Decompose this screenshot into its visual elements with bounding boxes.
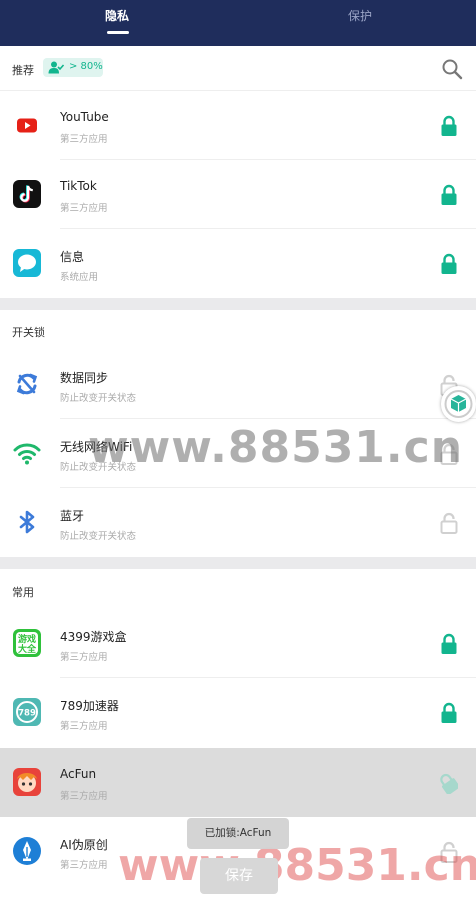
recommend-badge-text: > 80% (69, 61, 103, 72)
switch-desc: 防止改变开关状态 (60, 393, 137, 404)
svg-text:789: 789 (18, 709, 36, 719)
list-item[interactable]: 信息 系统应用 (0, 229, 476, 298)
lock-icon[interactable] (440, 184, 458, 206)
list-item-selected[interactable]: AcFun 第三方应用 (0, 748, 476, 817)
lock-animating-icon[interactable] (440, 772, 458, 794)
wifi-icon (13, 443, 41, 465)
app-name: 4399游戏盒 (60, 630, 127, 644)
app-type: 第三方应用 (60, 134, 108, 145)
game-box-icon: 游戏 大全 (13, 629, 41, 657)
app-type: 第三方应用 (60, 721, 108, 732)
section-gap (0, 298, 476, 310)
app-name: 信息 (60, 250, 85, 264)
cube-icon (444, 390, 473, 418)
section-title-switch-lock: 开关锁 (12, 326, 45, 339)
watermark: www.88531.cn (118, 840, 476, 891)
switch-desc: 防止改变开关状态 (60, 531, 137, 542)
accelerator-icon: 789 (13, 698, 41, 726)
person-check-icon (48, 61, 64, 74)
sync-icon (16, 373, 38, 395)
unlock-icon[interactable] (440, 512, 458, 534)
recommend-label: 推荐 (12, 64, 34, 77)
svg-text:大全: 大全 (18, 643, 37, 655)
top-tab-bar: 隐私 保护 (0, 0, 476, 46)
acfun-icon (13, 768, 41, 796)
app-name: AcFun (60, 767, 97, 781)
tiktok-icon (13, 180, 41, 208)
list-item[interactable]: 蓝牙 防止改变开关状态 (0, 488, 476, 557)
ai-pen-icon (13, 837, 41, 865)
search-icon[interactable] (440, 57, 464, 81)
app-type: 第三方应用 (60, 791, 108, 802)
app-type: 系统应用 (60, 272, 99, 283)
app-name: TikTok (60, 179, 97, 193)
app-type: 第三方应用 (60, 652, 108, 663)
list-item[interactable]: TikTok 第三方应用 (0, 160, 476, 229)
app-type: 第三方应用 (60, 860, 108, 871)
list-item[interactable]: 789 789加速器 第三方应用 (0, 678, 476, 747)
lock-icon[interactable] (440, 253, 458, 275)
tab-privacy[interactable]: 隐私 (105, 7, 129, 24)
bluetooth-icon (19, 510, 35, 534)
switch-name: 数据同步 (60, 371, 109, 385)
tab-protect[interactable]: 保护 (348, 7, 372, 24)
floating-assistant-button[interactable] (441, 386, 476, 422)
lock-icon[interactable] (440, 702, 458, 724)
switch-name: 蓝牙 (60, 509, 85, 523)
app-name: AI伪原创 (60, 838, 108, 852)
section-gap (0, 557, 476, 569)
recommend-bar: 推荐 > 80% (0, 46, 476, 91)
app-type: 第三方应用 (60, 203, 108, 214)
section-title-common: 常用 (12, 586, 34, 599)
app-name: YouTube (60, 110, 109, 124)
messages-icon (13, 249, 41, 277)
save-button[interactable]: 保存 (200, 858, 278, 894)
recommend-badge[interactable]: > 80% (43, 58, 103, 77)
lock-icon[interactable] (440, 115, 458, 137)
youtube-icon (17, 118, 37, 133)
watermark: www.88531.cn (88, 422, 464, 473)
svg-text:游戏: 游戏 (18, 633, 36, 645)
list-item[interactable]: 游戏 大全 4399游戏盒 第三方应用 (0, 609, 476, 678)
toast-message: 已加锁:AcFun (187, 818, 289, 849)
app-name: 789加速器 (60, 699, 119, 713)
tab-active-indicator (107, 31, 129, 34)
list-item[interactable]: YouTube 第三方应用 (0, 91, 476, 160)
list-item[interactable]: 数据同步 防止改变开关状态 (0, 350, 476, 419)
lock-icon[interactable] (440, 633, 458, 655)
